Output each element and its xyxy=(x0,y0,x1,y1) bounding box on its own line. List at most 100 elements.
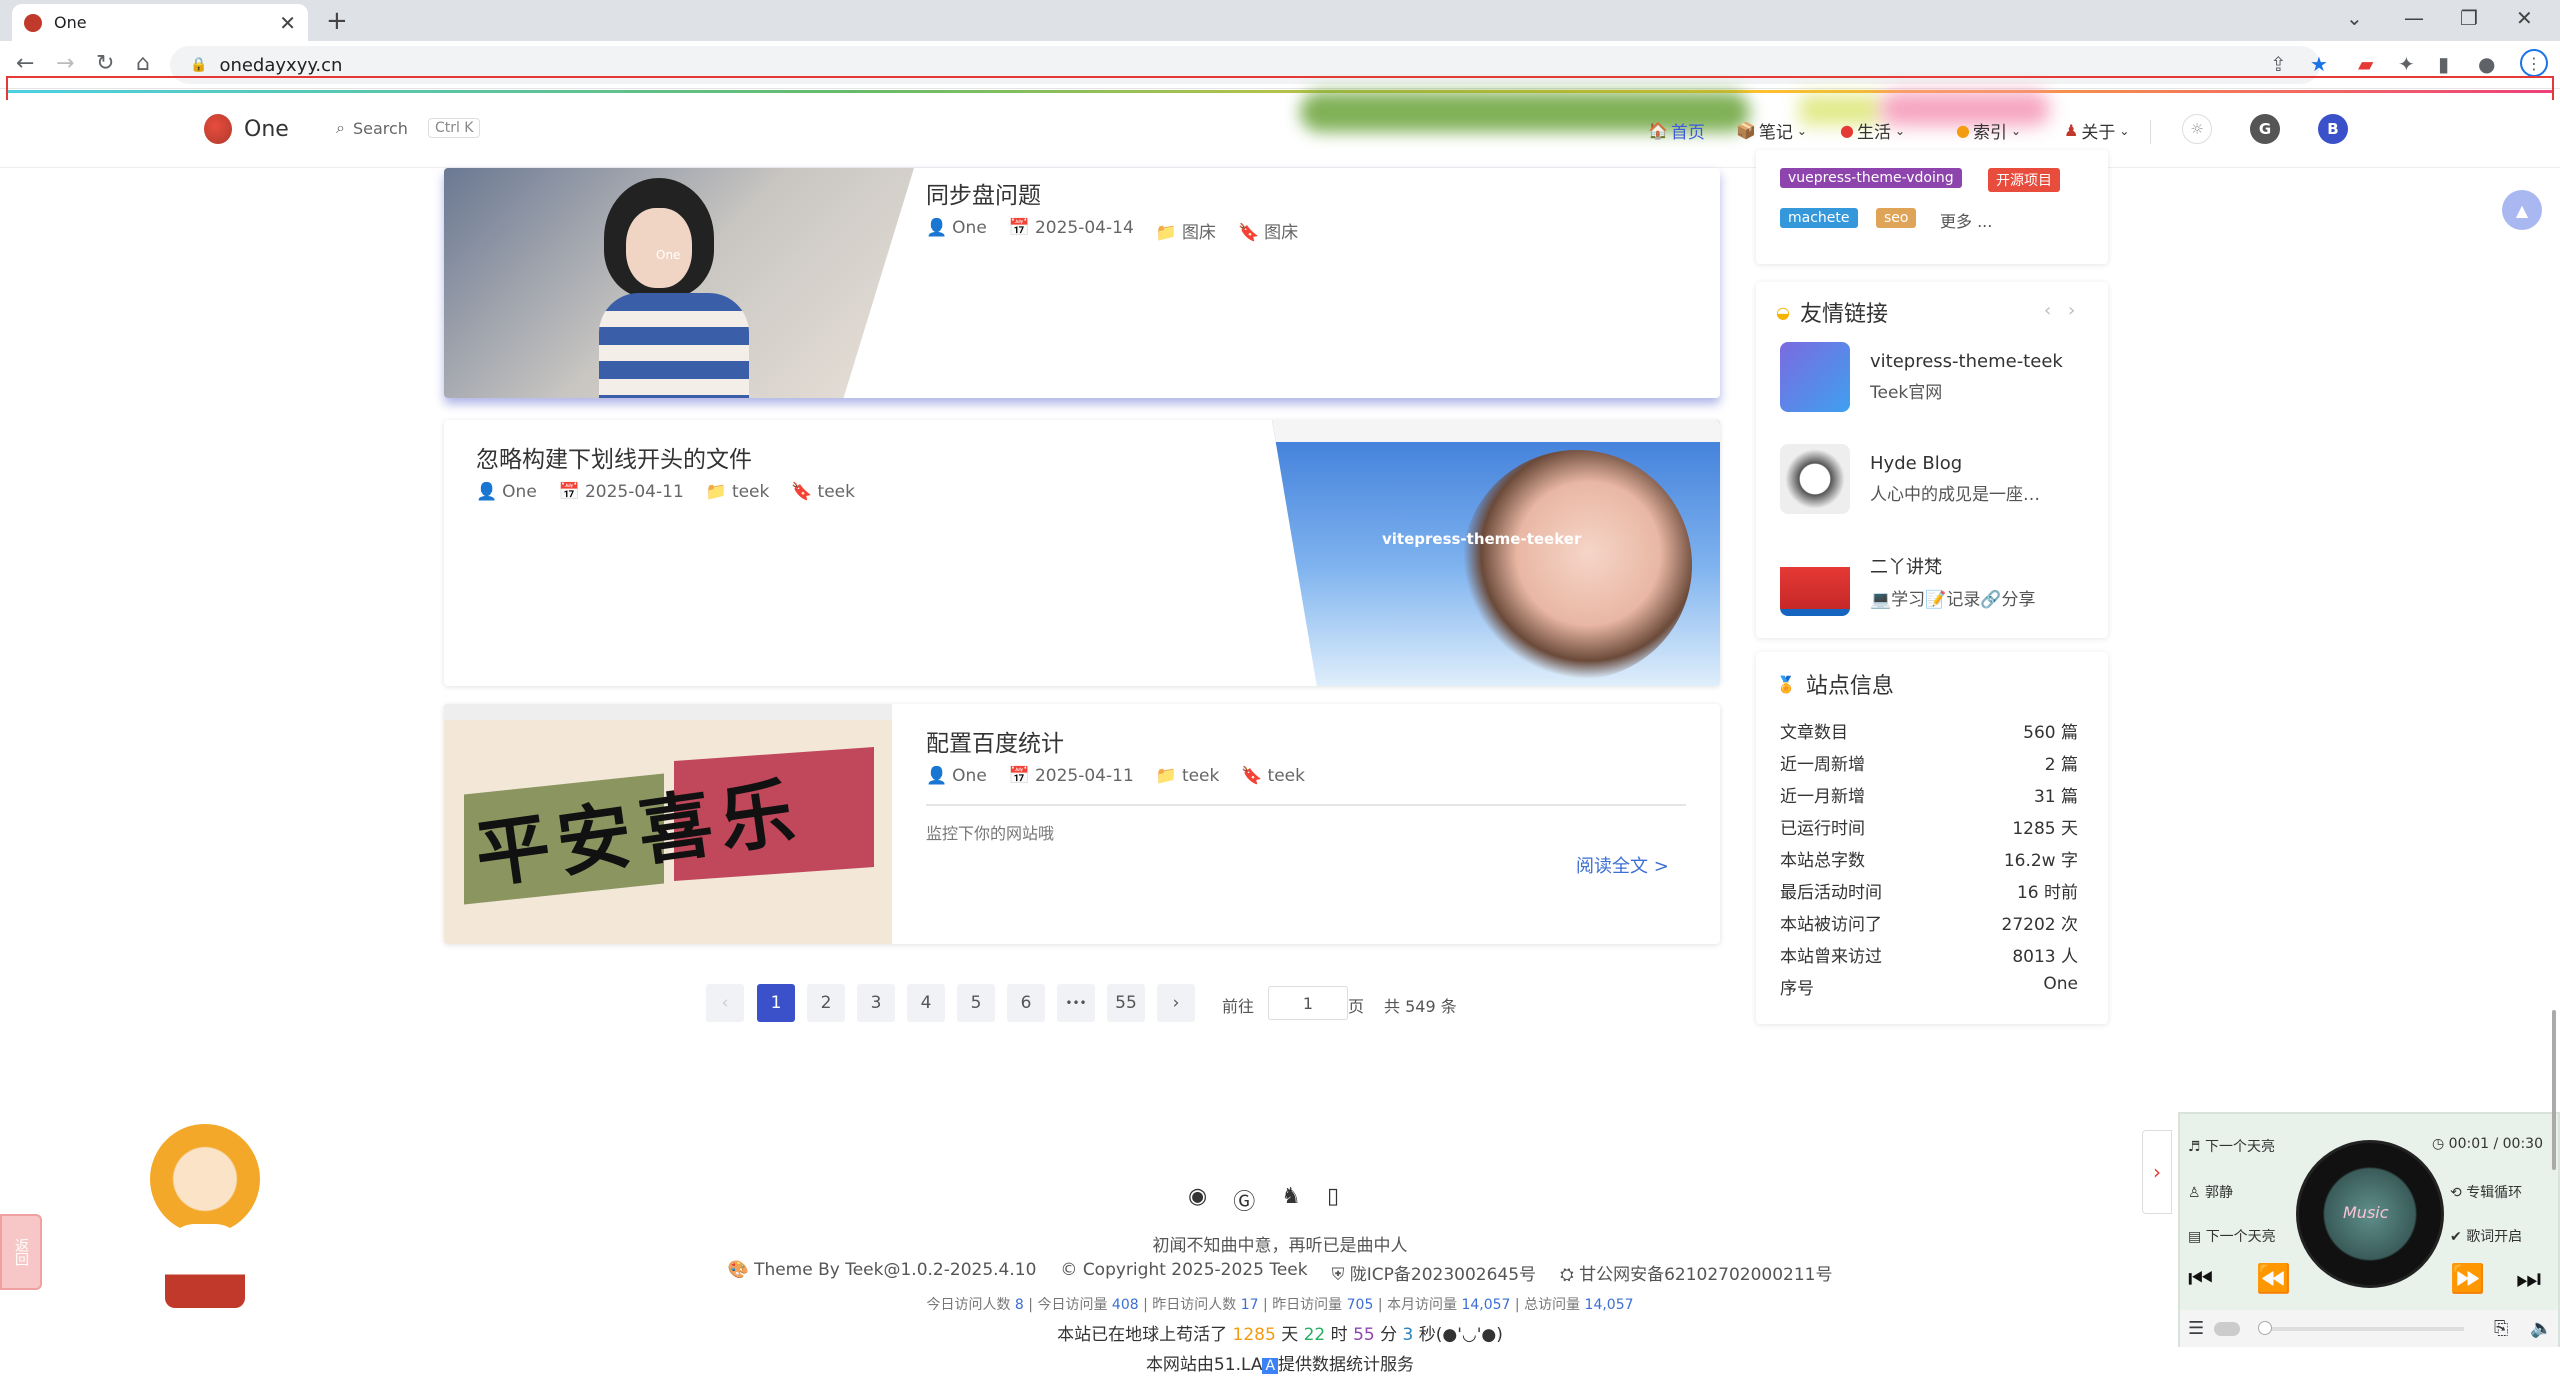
post-cover-image[interactable]: vitepress-theme-teeker xyxy=(1272,420,1720,686)
nav-notes[interactable]: 📦 笔记 ⌄ xyxy=(1736,118,1807,143)
album-disc[interactable]: Music xyxy=(2296,1140,2444,1288)
search-button[interactable]: ⌕ Search Ctrl K xyxy=(336,118,481,138)
menu-kebab-icon[interactable]: ⋮ xyxy=(2520,49,2548,77)
github-icon[interactable]: ◉ xyxy=(1188,1184,1207,1216)
qq-icon[interactable]: ♞ xyxy=(1281,1184,1301,1216)
profile-icon[interactable]: ● xyxy=(2478,52,2495,76)
next-arrow-icon[interactable]: › xyxy=(2068,300,2075,321)
nav-home[interactable]: 🏠 首页 xyxy=(1648,118,1705,143)
site-logo[interactable]: One xyxy=(204,114,289,144)
page-button[interactable]: 5 xyxy=(957,984,995,1022)
post-title[interactable]: 同步盘问题 xyxy=(926,176,1041,210)
progress-track[interactable] xyxy=(2264,1327,2464,1331)
home-button-icon[interactable]: ⌂ xyxy=(136,51,150,76)
post-title[interactable]: 配置百度统计 xyxy=(926,724,1064,758)
post-cover-image[interactable]: One xyxy=(444,168,914,398)
phone-icon[interactable]: ▯ xyxy=(1327,1184,1339,1216)
playlist-icon[interactable]: ☰ xyxy=(2188,1318,2204,1339)
police-link[interactable]: ⛭ 甘公网安备62102702000211号 xyxy=(1560,1260,1832,1285)
post-category[interactable]: 📁 teek xyxy=(1156,766,1220,786)
post-tag[interactable]: 🔖 teek xyxy=(791,482,855,502)
new-tab-button[interactable]: + xyxy=(326,6,348,36)
close-window-icon[interactable]: ✕ xyxy=(2516,6,2533,30)
page-unit: 页 xyxy=(1347,997,1364,1016)
browser-tab[interactable]: One ✕ xyxy=(12,4,308,41)
shield-icon: ⛨ xyxy=(1331,1265,1350,1285)
post-cover-image[interactable]: 平安喜乐 xyxy=(444,704,892,944)
page-scrollbar[interactable] xyxy=(2552,1010,2556,1170)
share-icon[interactable]: ⇪ xyxy=(2270,52,2287,76)
bookmark-star-icon[interactable]: ★ xyxy=(2310,52,2328,76)
page-button[interactable]: 6 xyxy=(1007,984,1045,1022)
page-button[interactable]: 3 xyxy=(857,984,895,1022)
nav-label: 关于 xyxy=(2081,123,2116,143)
tag-badge[interactable]: 开源项目 xyxy=(1988,168,2060,192)
page-button[interactable]: 4 xyxy=(907,984,945,1022)
nav-life[interactable]: ● 生活 ⌄ xyxy=(1840,118,1905,143)
page-button[interactable]: 55 xyxy=(1107,984,1145,1022)
close-tab-icon[interactable]: ✕ xyxy=(279,11,296,35)
download-icon[interactable]: ⎘ xyxy=(2494,1318,2508,1339)
icp-link[interactable]: ⛨ 陇ICP备2023002645号 xyxy=(1332,1260,1536,1285)
post-author: 👤 One xyxy=(926,218,987,238)
back-icon[interactable]: ← xyxy=(16,51,34,76)
tags-more-link[interactable]: 更多 ... xyxy=(1940,208,1992,232)
post-tag[interactable]: 🔖 图床 xyxy=(1238,218,1298,243)
nav-label: 索引 xyxy=(1972,123,2007,143)
reload-icon[interactable]: ↻ xyxy=(96,51,114,76)
toggle-switch[interactable] xyxy=(2214,1322,2240,1336)
goto-page-input[interactable]: 1 xyxy=(1268,986,1348,1020)
friend-link[interactable]: 二丫讲梵 💻学习📝记录🔗分享 xyxy=(1780,546,2036,616)
post-category[interactable]: 📁 teek xyxy=(706,482,770,502)
side-panel-icon[interactable]: ▮ xyxy=(2438,52,2449,76)
rewind-icon[interactable]: ⏪ xyxy=(2256,1262,2291,1295)
lyrics-toggle[interactable]: ✔ 歌词开启 xyxy=(2450,1226,2522,1246)
next-page-button[interactable]: › xyxy=(1157,984,1195,1022)
restore-icon[interactable]: ❐ xyxy=(2460,6,2478,30)
page-button[interactable]: 1 xyxy=(757,984,795,1022)
extensions-icon[interactable]: ✦ xyxy=(2398,52,2415,76)
page-ellipsis[interactable]: ••• xyxy=(1057,984,1095,1022)
nav-about[interactable]: ♟ 关于 ⌄ xyxy=(2064,118,2129,143)
friend-link[interactable]: vitepress-theme-teek Teek官网 xyxy=(1780,342,2063,412)
fast-forward-icon[interactable]: ⏩ xyxy=(2450,1262,2485,1295)
tab-search-icon[interactable]: ⌄ xyxy=(2346,6,2363,30)
minimize-icon[interactable]: — xyxy=(2404,6,2424,30)
page-button[interactable]: 2 xyxy=(807,984,845,1022)
post-card[interactable]: 忽略构建下划线开头的文件 👤 One 📅 2025-04-11 📁 teek 🔖 tee… xyxy=(444,420,1720,686)
post-category[interactable]: 📁 图床 xyxy=(1156,218,1216,243)
post-card[interactable]: 平安喜乐 配置百度统计 👤 One 📅 2025-04-11 📁 teek 🔖 teek… xyxy=(444,704,1720,944)
chevron-down-icon: ⌄ xyxy=(2119,123,2130,138)
post-tag[interactable]: 🔖 teek xyxy=(1241,766,1305,786)
gitee-icon[interactable]: G xyxy=(2250,114,2280,144)
friend-link[interactable]: Hyde Blog 人心中的成见是一座… xyxy=(1780,444,2040,514)
back-tab-button[interactable]: 返回 xyxy=(0,1214,42,1290)
avatar[interactable]: B xyxy=(2318,114,2348,144)
post-card[interactable]: One 同步盘问题 👤 One 📅 2025-04-14 📁 图床 🔖 图床 xyxy=(444,168,1720,398)
skip-forward-icon[interactable]: ⏭ xyxy=(2516,1262,2541,1296)
tag-badge[interactable]: seo xyxy=(1876,208,1917,228)
prev-arrow-icon[interactable]: ‹ xyxy=(2044,300,2051,321)
forward-icon[interactable]: → xyxy=(56,51,74,76)
site-info-row: 序号 One xyxy=(1780,974,2078,999)
skip-back-icon[interactable]: ⏮ xyxy=(2188,1262,2213,1296)
tag-badge[interactable]: machete xyxy=(1780,208,1858,228)
loop-icon: ⟲ xyxy=(2450,1185,2467,1201)
theme-credit[interactable]: 🎨 Theme By Teek@1.0.2-2025.4.10 xyxy=(727,1260,1036,1285)
notification-bell-icon[interactable]: ▲ xyxy=(2502,190,2542,230)
player-collapse-button[interactable]: › xyxy=(2142,1130,2172,1214)
tag-badge[interactable]: vuepress-theme-vdoing xyxy=(1780,168,1962,188)
prev-page-button[interactable]: ‹ xyxy=(706,984,744,1022)
read-more-link[interactable]: 阅读全文 > xyxy=(1576,852,1669,878)
progress-handle[interactable] xyxy=(2258,1321,2272,1335)
extension-red-icon[interactable]: ▰ xyxy=(2358,52,2373,76)
volume-icon[interactable]: 🔈 xyxy=(2530,1318,2552,1339)
nav-index[interactable]: ● 索引 ⌄ xyxy=(1956,118,2021,143)
mascot-fox-girl[interactable] xyxy=(120,1124,290,1308)
play-mode[interactable]: ⟲ 专辑循环 xyxy=(2450,1182,2522,1202)
image-caption: One xyxy=(656,248,681,262)
post-date: 📅 2025-04-11 xyxy=(558,482,684,502)
post-title[interactable]: 忽略构建下划线开头的文件 xyxy=(476,440,752,474)
gitee-icon[interactable]: Ⓖ xyxy=(1233,1184,1255,1216)
theme-toggle-icon[interactable]: ☼ xyxy=(2182,114,2212,144)
